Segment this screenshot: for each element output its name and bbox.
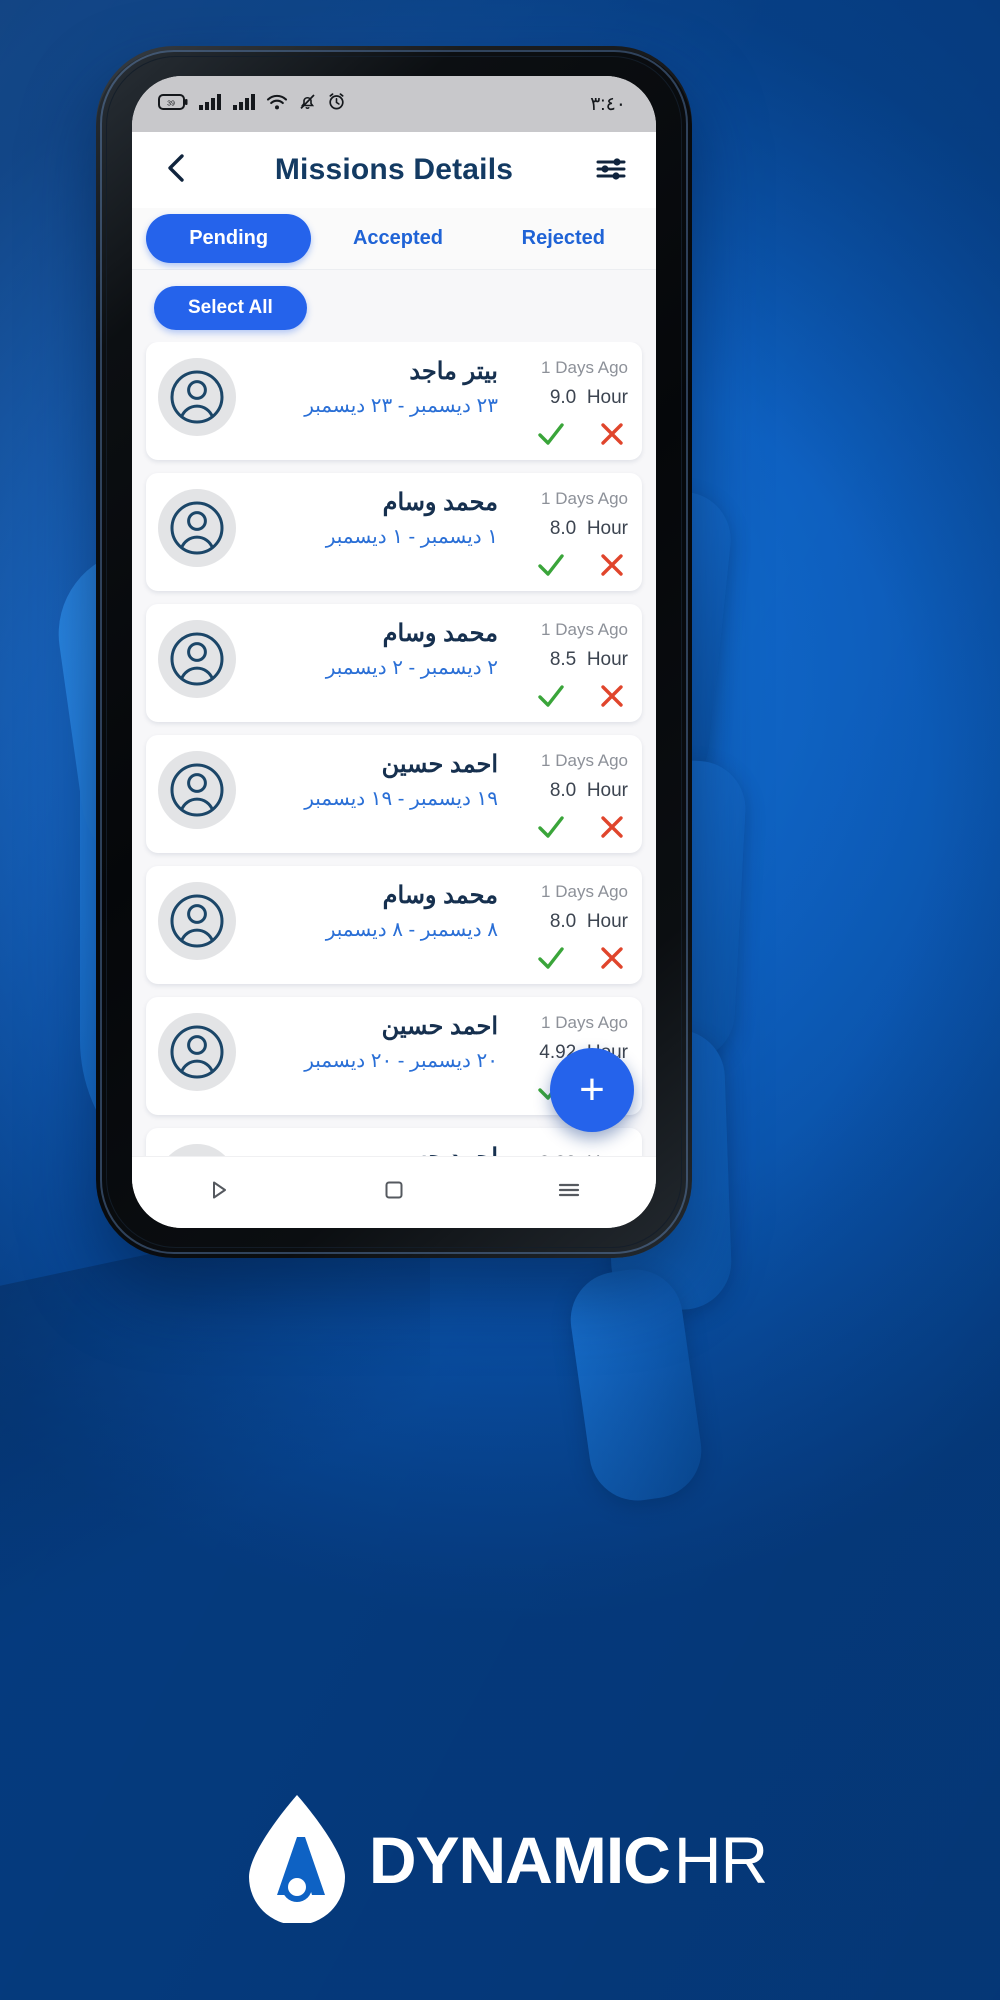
check-icon[interactable] [536,682,566,715]
mission-date-range: ١٩ ديسمبر - ١٩ ديسمبر [304,787,498,810]
mission-hours-unit: Hour [586,518,628,539]
triangle-back-icon [208,1179,230,1206]
brand-name-suffix: HR [673,1822,768,1897]
battery-icon: 39 [158,93,188,116]
svg-text:39: 39 [167,100,175,107]
select-all-button[interactable]: Select All [154,286,307,330]
android-nav-bar [132,1156,656,1228]
mission-hours: 3.33 Hour [510,1153,628,1156]
mission-date-range: ٢٣ ديسمبر - ٢٣ ديسمبر [304,394,498,417]
tab-rejected[interactable]: Rejected [481,214,646,263]
close-x-icon[interactable] [598,551,626,584]
employee-name: محمد وسام [382,489,498,516]
avatar [158,882,236,960]
add-mission-fab[interactable]: + [550,1048,634,1132]
close-x-icon[interactable] [598,420,626,453]
status-bar: 39 ٣:٤٠ [132,76,656,132]
mission-card[interactable]: محمد وسام ١ ديسمبر - ١ ديسمبر 1 Days Ago… [146,473,642,591]
wifi-icon [266,93,288,116]
mission-hours-unit: Hour [586,911,628,932]
mission-date-range: ١ ديسمبر - ١ ديسمبر [325,525,498,548]
mission-hours-value: 3.33 [539,1153,576,1156]
mission-hours-value: 8.0 [549,780,577,801]
employee-name: احمد حسين [381,1013,498,1040]
mission-hours-unit: Hour [586,387,628,408]
alarm-clock-icon [327,92,346,116]
brand-lockup: DYNAMIC HR [0,1791,1000,1928]
employee-name: احمد حسين [250,1144,498,1156]
chevron-left-icon [163,152,189,189]
brand-name-main: DYNAMIC [368,1822,671,1897]
avatar [158,1013,236,1091]
nav-back-button[interactable] [189,1170,249,1216]
mission-hours: 8.0 Hour [510,518,628,540]
mission-card[interactable]: احمد حسين ١٩ ديسمبر - ١٩ ديسمبر 1 Days A… [146,735,642,853]
time-ago: 1 Days Ago [541,1013,628,1032]
mission-card[interactable]: بيتر ماجد ٢٣ ديسمبر - ٢٣ ديسمبر 1 Days A… [146,342,642,460]
time-ago: 1 Days Ago [541,882,628,901]
avatar [158,1144,236,1156]
mission-card[interactable]: محمد وسام ٨ ديسمبر - ٨ ديسمبر 1 Days Ago… [146,866,642,984]
close-x-icon[interactable] [598,944,626,977]
avatar [158,489,236,567]
check-icon[interactable] [536,944,566,977]
check-icon[interactable] [536,551,566,584]
mission-hours-unit: Hour [586,780,628,801]
employee-name: احمد حسين [381,751,498,778]
brand-name: DYNAMIC HR [368,1822,768,1898]
time-ago: 1 Days Ago [541,620,628,639]
nav-home-button[interactable] [364,1170,424,1216]
mission-date-range: ٨ ديسمبر - ٨ ديسمبر [325,918,498,941]
mission-date-range: ٢٠ ديسمبر - ٢٠ ديسمبر [304,1049,498,1072]
mission-hours-value: 9.0 [549,387,577,408]
avatar [158,751,236,829]
check-icon[interactable] [536,420,566,453]
mission-hours: 9.0 Hour [510,387,628,409]
select-all-row: Select All [132,270,656,342]
mission-hours-value: 8.5 [549,649,577,670]
mission-hours: 8.0 Hour [510,911,628,933]
mission-hours: 8.5 Hour [510,649,628,671]
time-ago: 1 Days Ago [541,489,628,508]
status-tabs: Pending Accepted Rejected [132,208,656,270]
app-bar: Missions Details [132,132,656,208]
avatar [158,620,236,698]
mission-card[interactable]: محمد وسام ٢ ديسمبر - ٢ ديسمبر 1 Days Ago… [146,604,642,722]
menu-recents-icon [557,1179,581,1206]
check-icon[interactable] [536,813,566,846]
mission-hours: 8.0 Hour [510,780,628,802]
filter-sliders-icon [596,155,626,186]
mission-date-range: ٢ ديسمبر - ٢ ديسمبر [325,656,498,679]
phone-screen: 39 ٣:٤٠ Missions Details Pending Accepte… [132,76,656,1228]
droplet-a-logo-icon [233,1791,361,1928]
signal-bars-icon [198,93,222,116]
nav-recents-button[interactable] [539,1170,599,1216]
tab-pending[interactable]: Pending [146,214,312,263]
mission-hours-unit: Hour [586,649,628,670]
time-ago: 1 Days Ago [541,751,628,770]
notifications-off-icon [298,92,317,116]
filter-button[interactable] [590,149,632,191]
employee-name: بيتر ماجد [409,358,498,385]
close-x-icon[interactable] [598,682,626,715]
plus-icon: + [579,1065,605,1114]
mission-hours-unit: Hour [587,1153,628,1156]
signal-bars-icon [232,93,256,116]
avatar [158,358,236,436]
employee-name: محمد وسام [382,882,498,909]
missions-list[interactable]: بيتر ماجد ٢٣ ديسمبر - ٢٣ ديسمبر 1 Days A… [132,342,656,1156]
close-x-icon[interactable] [598,813,626,846]
mission-card[interactable]: احمد حسين 3.33 Hour [146,1128,642,1156]
page-title: Missions Details [274,153,514,186]
employee-name: محمد وسام [382,620,498,647]
tab-accepted[interactable]: Accepted [315,214,480,263]
back-button[interactable] [156,150,196,190]
square-home-icon [383,1179,405,1206]
time-ago: 1 Days Ago [541,358,628,377]
status-bar-clock: ٣:٤٠ [590,93,626,115]
mission-hours-value: 8.0 [549,911,577,932]
missions-content: Select All بيتر ماجد ٢٣ ديسمبر - ٢٣ ديسم… [132,270,656,1156]
mission-hours-value: 8.0 [549,518,577,539]
phone-frame: 39 ٣:٤٠ Missions Details Pending Accepte… [96,46,692,1258]
